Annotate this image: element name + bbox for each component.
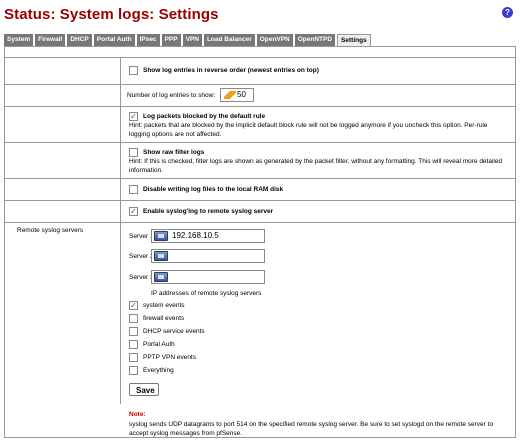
enable-syslog-checkbox[interactable]: ✓ [129,207,138,216]
tab-bar: System Firewall DHCP Portal Auth IPsec P… [4,34,371,47]
reverse-order-label: Show log entries in reverse order (newes… [143,67,319,74]
network-icon [154,251,168,261]
event-system-checkbox[interactable]: ✓ [129,301,138,310]
tab-system[interactable]: System [4,34,34,46]
page-title: Status: System logs: Settings [4,6,219,23]
tab-ipsec[interactable]: IPsec [136,34,160,46]
raw-filter-label: Show raw filter logs [143,149,205,156]
pencil-icon [224,91,236,99]
tab-portal-auth[interactable]: Portal Auth [93,34,135,46]
reverse-order-checkbox[interactable] [129,66,138,75]
event-pptp-label: PPTP VPN events [143,354,196,361]
disable-ramdisk-checkbox[interactable] [129,185,138,194]
remote-servers-label: Remote syslog servers [17,227,84,234]
event-everything-label: Everything [143,367,174,374]
save-button[interactable]: Save [129,383,159,396]
tab-ppp[interactable]: PPP [161,34,181,46]
event-dhcp-label: DHCP service events [143,328,205,335]
tab-openntpd[interactable]: OpenNTPD [294,34,336,46]
disable-ramdisk-row: Disable writing log files to the local R… [5,178,515,200]
network-icon [154,272,168,282]
event-everything-checkbox[interactable] [129,366,138,375]
event-firewall-checkbox[interactable] [129,314,138,323]
tab-load-balancer[interactable]: Load Balancer [203,34,255,46]
server3-input[interactable] [151,270,265,284]
num-entries-row: Number of log entries to show: 50 [5,84,515,106]
event-portal-auth-label: Portal Auth [143,341,175,348]
event-firewall-label: firewall events [143,315,185,322]
ip-hint: IP addresses of remote syslog servers [151,290,262,297]
enable-syslog-row: ✓ Enable syslog'ing to remote syslog ser… [5,200,515,222]
network-icon [154,231,168,241]
remote-servers-row: Remote syslog servers Server 1 192.168.1… [5,222,515,404]
num-entries-input[interactable]: 50 [220,88,254,102]
block-default-checkbox[interactable]: ✓ [129,112,138,121]
note-label: Note: [129,411,146,418]
tab-dhcp[interactable]: DHCP [67,34,92,46]
settings-panel: Show log entries in reverse order (newes… [4,46,516,438]
reverse-order-row: Show log entries in reverse order (newes… [5,57,515,84]
server1-input[interactable]: 192.168.10.5 [151,229,265,243]
raw-filter-checkbox[interactable] [129,148,138,157]
event-pptp-checkbox[interactable] [129,353,138,362]
event-dhcp-checkbox[interactable] [129,327,138,336]
block-default-label: Log packets blocked by the default rule [143,113,266,120]
server2-input[interactable] [151,249,265,263]
event-system-label: system events [143,302,185,309]
raw-filter-row: Show raw filter logs Hint: If this is ch… [5,142,515,178]
tab-firewall[interactable]: Firewall [35,34,66,46]
block-default-hint: Hint: packets that are blocked by the im… [129,122,488,138]
block-default-row: ✓ Log packets blocked by the default rul… [5,106,515,142]
tab-vpn[interactable]: VPN [182,34,202,46]
num-entries-label: Number of log entries to show: [127,92,216,99]
note-text: syslog sends UDP datagrams to port 514 o… [129,421,494,437]
server2-label: Server 2 [129,253,154,260]
disable-ramdisk-label: Disable writing log files to the local R… [143,186,284,193]
server1-label: Server 1 [129,233,154,240]
event-portal-auth-checkbox[interactable] [129,340,138,349]
raw-filter-hint: Hint: If this is checked, filter logs ar… [129,158,503,174]
help-icon[interactable]: ? [502,7,513,18]
server3-label: Server 3 [129,274,154,281]
enable-syslog-label: Enable syslog'ing to remote syslog serve… [143,208,274,215]
tab-openvpn[interactable]: OpenVPN [256,34,293,46]
